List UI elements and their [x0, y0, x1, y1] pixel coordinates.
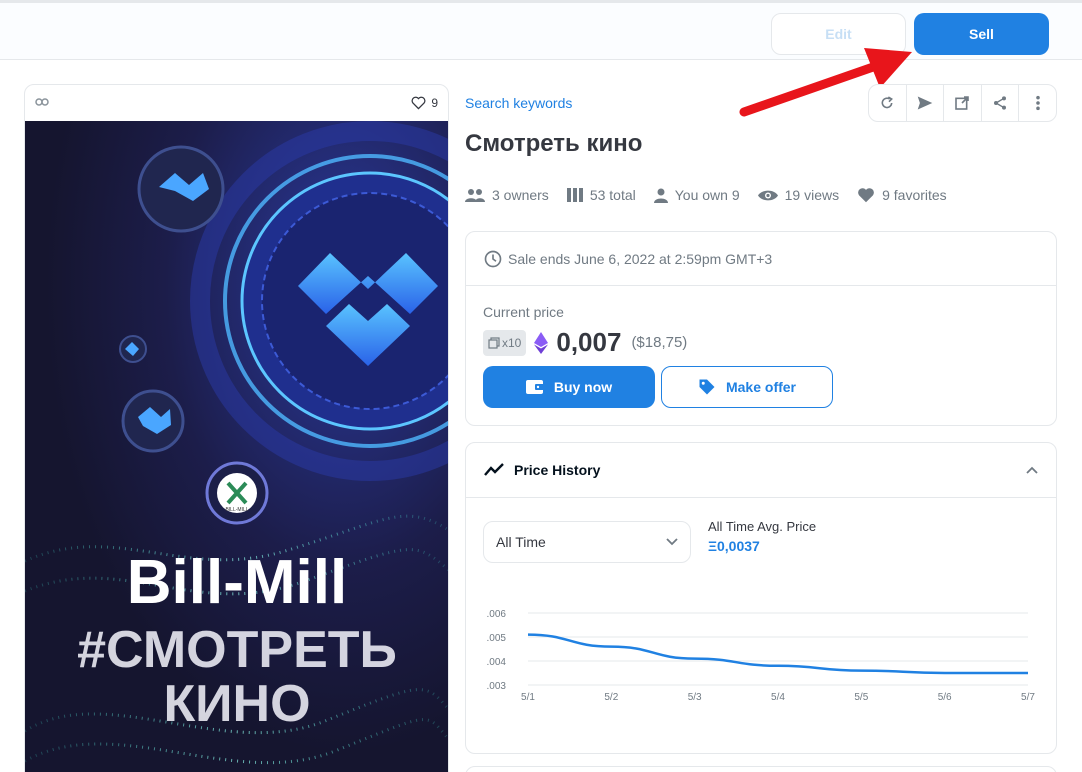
external-link-icon [955, 96, 970, 110]
svg-text:КИНО: КИНО [163, 675, 310, 733]
fiat-price: ($18,75) [631, 334, 688, 351]
person-icon [653, 188, 668, 203]
price-history-title: Price History [514, 462, 601, 478]
y-tick-label: .004 [487, 657, 507, 668]
people-icon [465, 189, 485, 202]
avg-price-value: Ξ0,0037 [708, 538, 760, 554]
favorites-stat: 9 favorites [857, 187, 947, 203]
x-tick-label: 5/6 [938, 692, 952, 703]
views-stat: 19 views [757, 187, 840, 203]
item-toolbar [868, 84, 1057, 122]
open-external-button[interactable] [944, 85, 982, 121]
current-price: 0,007 [556, 327, 622, 357]
next-panel [465, 766, 1057, 772]
clock-icon [484, 250, 502, 267]
refresh-button[interactable] [869, 85, 907, 121]
item-stats: 3 owners 53 total You own 9 19 views 9 f… [465, 187, 947, 203]
sale-ends-text: Sale ends June 6, 2022 at 2:59pm GMT+3 [508, 250, 773, 267]
sale-ends-row: Sale ends June 6, 2022 at 2:59pm GMT+3 [466, 232, 1056, 286]
time-range-select[interactable]: All Time [483, 521, 691, 563]
x-tick-label: 5/2 [604, 692, 618, 703]
x-tick-label: 5/5 [854, 692, 868, 703]
views-count: 19 views [784, 187, 840, 203]
share-button[interactable] [982, 85, 1020, 121]
y-tick-label: .006 [487, 609, 507, 620]
sale-panel: Sale ends June 6, 2022 at 2:59pm GMT+3 C… [465, 231, 1057, 426]
make-offer-button[interactable]: Make offer [661, 366, 833, 408]
send-icon [917, 96, 933, 110]
transfer-button[interactable] [907, 85, 945, 121]
item-title: Смотреть кино [465, 130, 643, 157]
x-tick-label: 5/7 [1021, 692, 1035, 703]
price-history-chart: .006 .005 .004 .003 5/1 5/2 5/3 5/4 5/5 5/6 5/7 [487, 609, 1036, 703]
svg-text:#СМОТРЕТЬ: #СМОТРЕТЬ [77, 621, 397, 679]
share-icon [994, 96, 1007, 110]
more-options-button[interactable] [1019, 85, 1056, 121]
price-series-line [527, 633, 1028, 675]
total-count: 53 total [589, 187, 636, 203]
trend-line-icon [484, 463, 504, 476]
avg-price-label: All Time Avg. Price [708, 519, 817, 534]
artwork-card-header: 9 [25, 85, 448, 121]
you-own-stat: You own 9 [653, 187, 740, 203]
artwork-card: 9 BILL-MILL Bill-Mill #СМОТРЕТЬ КИНО [24, 84, 449, 772]
ethereum-icon [534, 331, 549, 354]
tag-icon [699, 379, 715, 395]
copies-icon [488, 336, 500, 349]
heart-filled-icon [858, 188, 874, 203]
x-tick-label: 5/3 [688, 692, 702, 703]
heart-icon [411, 96, 426, 110]
svg-text:Bill-Mill: Bill-Mill [127, 548, 347, 617]
y-tick-label: .003 [487, 681, 507, 692]
price-history-panel: Price History All Time All Time Avg. Pri… [465, 442, 1057, 754]
buy-now-label: Buy now [553, 379, 613, 395]
svg-text:BILL-MILL: BILL-MILL [225, 507, 248, 513]
grid-icon [566, 188, 583, 202]
chevron-up-icon[interactable] [1026, 466, 1038, 474]
chain-link-icon[interactable] [35, 94, 49, 112]
y-tick-label: .005 [487, 633, 507, 644]
current-price-label: Current price [483, 304, 564, 320]
buy-now-button[interactable]: Buy now [483, 366, 655, 408]
quantity-badge: x10 [483, 329, 527, 356]
favorite-button[interactable]: 9 [411, 96, 438, 110]
owners-stat[interactable]: 3 owners [465, 187, 549, 203]
make-offer-label: Make offer [725, 379, 797, 395]
eye-icon [757, 190, 778, 200]
you-own-count: You own 9 [674, 187, 740, 203]
time-range-value: All Time [496, 534, 546, 550]
total-stat: 53 total [566, 187, 636, 203]
search-keywords-link[interactable]: Search keywords [465, 95, 572, 111]
x-tick-label: 5/4 [771, 692, 785, 703]
favorites-count: 9 [431, 96, 438, 110]
sell-button[interactable]: Sell [914, 13, 1049, 55]
price-row: x10 0,007 ($18,75) [483, 327, 687, 358]
quantity-value: x10 [502, 335, 522, 350]
top-action-bar: Edit Sell [0, 0, 1082, 60]
refresh-icon [881, 96, 894, 109]
chevron-down-icon [666, 538, 678, 546]
owners-count: 3 owners [492, 187, 549, 203]
more-vertical-icon [1035, 95, 1040, 111]
price-history-header[interactable]: Price History [466, 443, 1056, 498]
x-tick-label: 5/1 [521, 692, 535, 703]
wallet-icon [525, 380, 544, 394]
favorites-stat-count: 9 favorites [882, 187, 947, 203]
nft-artwork-image: BILL-MILL Bill-Mill #СМОТРЕТЬ КИНО [25, 121, 448, 772]
